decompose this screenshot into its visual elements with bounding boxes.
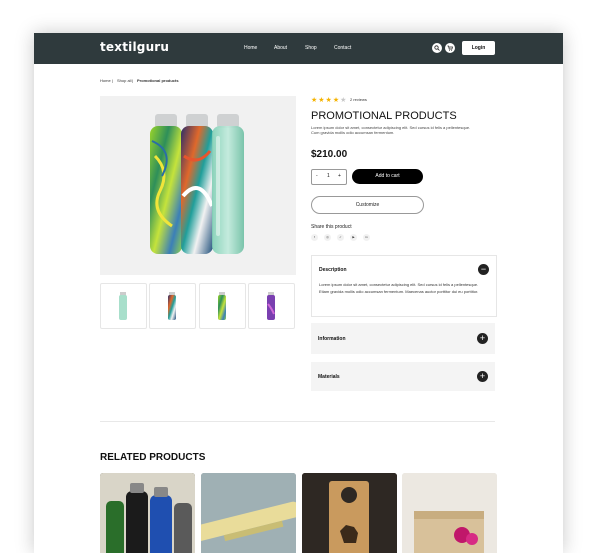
product-price: $210.00 xyxy=(311,149,348,160)
expand-plus-icon[interactable]: + xyxy=(477,371,488,382)
nav-link-contact[interactable]: Contact xyxy=(334,45,351,51)
login-button[interactable]: Login xyxy=(462,41,495,55)
thumbnail-clear-bottle[interactable] xyxy=(100,283,147,329)
qty-decrement-button[interactable]: - xyxy=(316,173,318,179)
related-products-heading: RELATED PRODUCTS xyxy=(100,452,206,463)
add-to-cart-button[interactable]: Add to cart xyxy=(352,169,423,184)
product-title: PROMOTIONAL PRODUCTS xyxy=(311,110,457,122)
share-label: Share this product xyxy=(311,224,352,230)
page-card: textilguru Home About Shop Contact Login… xyxy=(34,33,563,553)
breadcrumb-separator: | xyxy=(132,78,134,83)
qty-value[interactable]: 1 xyxy=(327,173,330,179)
section-divider xyxy=(100,421,495,422)
site-logo[interactable]: textilguru xyxy=(100,40,169,54)
quantity-stepper[interactable]: - 1 + xyxy=(311,169,347,185)
customize-button[interactable]: Customize xyxy=(311,196,424,214)
linkedin-icon[interactable]: in xyxy=(363,234,370,241)
accordion-description: Description − Lorem ipsum dolor sit amet… xyxy=(311,255,497,317)
main-product-image[interactable] xyxy=(100,96,296,275)
search-icon[interactable] xyxy=(432,43,442,53)
top-navbar: textilguru Home About Shop Contact Login xyxy=(34,33,563,64)
youtube-icon[interactable]: ▶ xyxy=(350,234,357,241)
qty-increment-button[interactable]: + xyxy=(338,173,341,179)
nav-link-shop[interactable]: Shop xyxy=(305,45,317,51)
star-empty-icon: ★ xyxy=(340,97,348,104)
related-product-pen[interactable] xyxy=(201,473,296,553)
nav-link-about[interactable]: About xyxy=(274,45,287,51)
rating-stars: ★★★★★ xyxy=(311,96,347,104)
accordion-description-title[interactable]: Description xyxy=(319,267,347,273)
accordion-information-title[interactable]: Information xyxy=(318,336,346,342)
star-filled-icon: ★★★★ xyxy=(311,97,341,104)
cart-icon[interactable] xyxy=(445,43,455,53)
accordion-description-body: Lorem ipsum dolor sit amet, consectetur … xyxy=(319,282,479,294)
related-product-bottles[interactable] xyxy=(100,473,195,553)
facebook-icon[interactable]: f xyxy=(311,234,318,241)
breadcrumb-home[interactable]: Home xyxy=(100,78,111,83)
breadcrumb-separator: | xyxy=(112,78,114,83)
breadcrumb-current: Promotional products xyxy=(137,78,179,83)
accordion-materials[interactable]: Materials + xyxy=(311,362,495,391)
expand-plus-icon[interactable]: + xyxy=(477,333,488,344)
twitter-icon[interactable]: ✓ xyxy=(337,234,344,241)
thumbnail-green-bottle[interactable] xyxy=(199,283,246,329)
related-product-cork-opener[interactable] xyxy=(302,473,397,553)
accordion-materials-title[interactable]: Materials xyxy=(318,374,340,380)
reviews-count[interactable]: 2 reviews xyxy=(350,97,367,102)
thumbnail-abstract-bottle[interactable] xyxy=(149,283,196,329)
related-product-wooden-box[interactable] xyxy=(402,473,497,553)
thumbnail-purple-bottle[interactable] xyxy=(248,283,295,329)
breadcrumb-shop[interactable]: Shop all xyxy=(117,78,131,83)
nav-link-home[interactable]: Home xyxy=(244,45,257,51)
product-description: Lorem ipsum dolor sit amet, consectetur … xyxy=(311,125,471,135)
accordion-information[interactable]: Information + xyxy=(311,323,495,354)
collapse-minus-icon[interactable]: − xyxy=(478,264,489,275)
instagram-icon[interactable]: ◎ xyxy=(324,234,331,241)
